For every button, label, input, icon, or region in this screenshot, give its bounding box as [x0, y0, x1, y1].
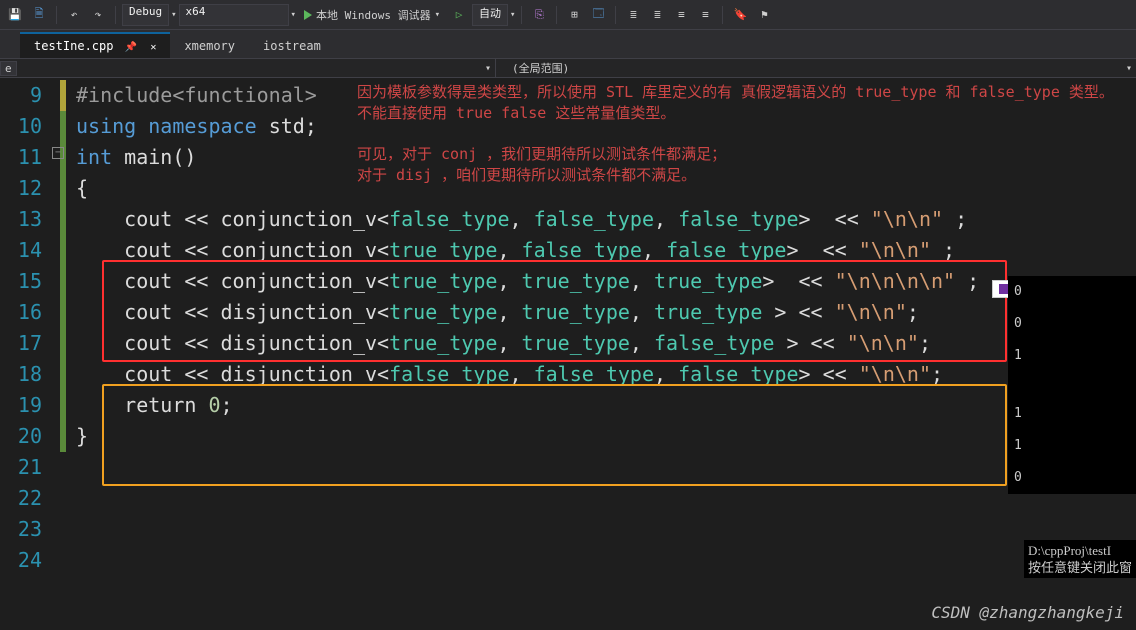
close-icon[interactable]: ✕ [150, 42, 156, 53]
scope-global-dropdown[interactable]: (全局范围) ▾ [496, 59, 1136, 77]
pin-icon[interactable]: 📌 [125, 42, 137, 53]
comment-icon[interactable]: ≡ [670, 4, 692, 26]
run-noDebug-icon[interactable]: ▷ [448, 4, 470, 26]
play-icon [304, 10, 312, 20]
redo-icon[interactable]: ↷ [87, 4, 109, 26]
comment-annot-3: 可见，对于 conj ，我们更期待所以测试条件都满足； [357, 144, 726, 165]
console-output: 0 0 1 1 1 0 [1008, 276, 1136, 494]
save-icon[interactable]: 💾 [4, 4, 26, 26]
highlight-box-disj [102, 384, 1007, 486]
scope-bar: e ▾ (全局范围) ▾ [0, 58, 1136, 78]
comment-annot-1: 因为模板参数得是类类型，所以使用 STL 库里定义的有 真假逻辑语义的 true… [357, 82, 1114, 103]
comment-annot-2: 不能直接使用 true false 这些常量值类型。 [357, 103, 675, 124]
bookmark-icon[interactable]: 🔖 [729, 4, 751, 26]
code-editor[interactable]: 9101112 13141516 17181920 21222324 #incl… [0, 78, 1136, 630]
comment-annot-4: 对于 disj ，咱们更期待所以测试条件都不满足。 [357, 165, 696, 186]
highlight-box-conj [102, 260, 1007, 362]
main-toolbar: 💾 🗎 ↶ ↷ Debug ▾ x64 ▾ 本地 Windows 调试器 ▾ ▷… [0, 0, 1136, 30]
save-all-icon[interactable]: 🗎 [28, 4, 50, 26]
flag-icon[interactable]: ⚑ [753, 4, 775, 26]
platform-dropdown[interactable]: x64 [179, 4, 289, 26]
tab-iostream[interactable]: iostream [249, 32, 335, 58]
uncomment-icon[interactable]: ≡ [694, 4, 716, 26]
tab-xmemory[interactable]: xmemory [170, 32, 249, 58]
run-debug-button[interactable]: 本地 Windows 调试器 ▾ [298, 7, 446, 23]
editor-tabs: testIne.cpp 📌 ✕ xmemory iostream [0, 30, 1136, 58]
chevron-down-icon: ▾ [1126, 63, 1132, 74]
new-item-icon[interactable]: ⊞ [563, 4, 585, 26]
indent-inc-icon[interactable]: ≣ [646, 4, 668, 26]
explorer-icon[interactable]: 🗔 [587, 4, 609, 26]
line-gutter: 9101112 13141516 17181920 21222324 [0, 78, 52, 630]
console-footer: D:\cppProj\testI 按任意键关闭此窗 [1024, 540, 1136, 578]
code-text[interactable]: #include<functional> using namespace std… [52, 78, 1136, 630]
config-dropdown[interactable]: Debug [122, 4, 169, 26]
watermark: CSDN @zhangzhangkeji [931, 603, 1124, 622]
undo-icon[interactable]: ↶ [63, 4, 85, 26]
fold-icon[interactable]: − [52, 147, 64, 159]
run-label: 本地 Windows 调试器 [316, 7, 431, 23]
tab-testine[interactable]: testIne.cpp 📌 ✕ [20, 32, 170, 58]
auto-dropdown[interactable]: 自动 [472, 4, 508, 26]
chevron-down-icon: ▾ [485, 63, 491, 74]
indent-dec-icon[interactable]: ≣ [622, 4, 644, 26]
toolbar-icon-1[interactable]: ⎘ [528, 4, 550, 26]
scope-left-dropdown[interactable]: e ▾ [0, 59, 496, 77]
